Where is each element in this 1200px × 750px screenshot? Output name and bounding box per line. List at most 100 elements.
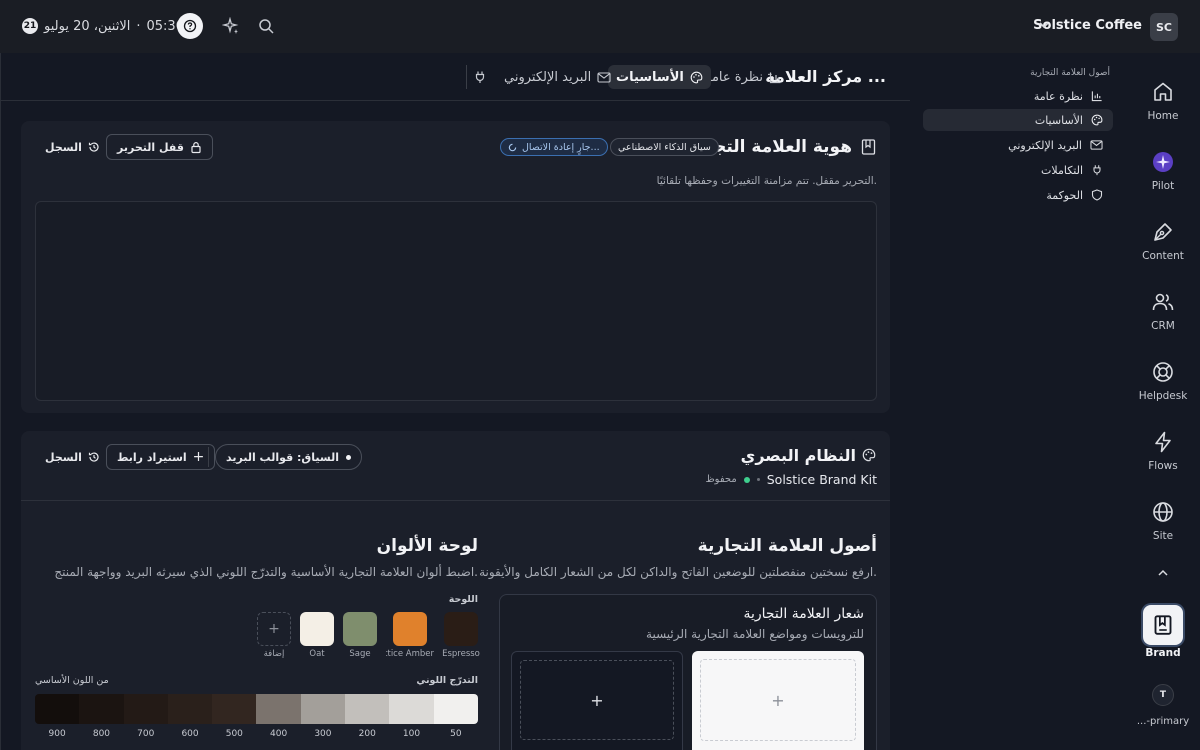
history-icon xyxy=(88,452,99,462)
subpanel-title: أصول العلامة التجارية xyxy=(1030,68,1110,78)
rail-label: Helpdesk xyxy=(1138,390,1188,402)
ramp-step-label: 200 xyxy=(358,729,376,739)
context-dot xyxy=(345,454,351,460)
swatch-amber[interactable] xyxy=(393,612,427,646)
rail-helpdesk[interactable]: Helpdesk xyxy=(1128,360,1198,402)
chart-icon xyxy=(769,72,781,83)
book-icon xyxy=(861,139,876,155)
bolt-icon xyxy=(1155,431,1171,453)
rail-content[interactable]: Content xyxy=(1128,220,1198,262)
workspace-avatar[interactable]: SC xyxy=(1150,13,1178,41)
rail-home[interactable]: Home xyxy=(1128,80,1198,122)
plus-icon: + xyxy=(520,660,674,740)
ramp-step-label: 50 xyxy=(450,729,462,739)
ramp-step-900[interactable] xyxy=(35,694,80,724)
palette-label: اللوحة xyxy=(448,594,478,605)
subpanel-overview[interactable]: نظرة عامة xyxy=(1024,85,1113,107)
ramp-step-700[interactable] xyxy=(123,694,168,724)
plug-icon[interactable] xyxy=(473,70,487,84)
saved-status: محفوظ xyxy=(705,474,737,485)
ramp-step-100[interactable] xyxy=(389,694,434,724)
subpanel-basics[interactable]: الأساسيات xyxy=(923,109,1113,131)
ramp-step-800[interactable] xyxy=(79,694,124,724)
mail-icon xyxy=(597,71,611,83)
visual-title: النظام البصري xyxy=(740,446,856,465)
subpanel-item-label: الأساسيات xyxy=(1034,113,1083,127)
add-swatch-button[interactable]: + xyxy=(257,612,291,646)
subpanel-email[interactable]: البريد الإلكتروني xyxy=(998,134,1113,156)
ramp-step-label: 700 xyxy=(137,729,155,739)
subpanel-governance[interactable]: الحوكمة xyxy=(1036,184,1113,206)
rail-label: Content xyxy=(1142,250,1184,262)
chevron-down-icon[interactable] xyxy=(1038,19,1050,31)
tab-email-label: البريد الإلكتروني xyxy=(504,69,592,85)
pilot-icon xyxy=(1153,152,1173,172)
rail-site[interactable]: Site xyxy=(1128,500,1198,542)
help-button[interactable] xyxy=(177,13,203,39)
history-label: السجل xyxy=(45,450,82,464)
pen-icon xyxy=(1154,223,1172,241)
reconnect-chip: جارٍ إعادة الاتصال... xyxy=(500,138,608,156)
logo-dark-dropzone[interactable]: + xyxy=(511,651,683,750)
subpanel-item-label: البريد الإلكتروني xyxy=(1008,138,1082,152)
identity-history-button[interactable]: السجل xyxy=(45,134,100,160)
kit-meta: Solstice Brand Kit محفوظ xyxy=(705,472,877,487)
chevron-up-icon[interactable] xyxy=(1157,568,1169,578)
rail-flows[interactable]: Flows xyxy=(1128,430,1198,472)
lock-editing-button[interactable]: قفل التحرير xyxy=(106,134,213,160)
ramp-label: التدرّج اللوني xyxy=(416,675,478,686)
import-link-button[interactable]: استيراد رابط + xyxy=(106,444,216,470)
spinner-icon xyxy=(508,143,517,151)
ramp-step-500[interactable] xyxy=(212,694,257,724)
tab-basics-label: الأساسيات xyxy=(616,69,684,85)
tab-email[interactable]: البريد الإلكتروني xyxy=(496,65,619,89)
rail-label: Home xyxy=(1147,110,1179,122)
palette-title: لوحة الألوان xyxy=(376,536,478,556)
sparkle-icon[interactable] xyxy=(222,17,240,35)
history-label: السجل xyxy=(45,140,82,154)
rail-pilot[interactable]: Pilot xyxy=(1128,150,1198,192)
ramp-step-label: 300 xyxy=(314,729,332,739)
history-icon xyxy=(88,142,99,152)
date-text: الاثنين، 20 يوليو xyxy=(44,18,131,34)
globe-icon xyxy=(1153,502,1173,522)
ramp-step-label: 800 xyxy=(92,729,111,739)
subpanel-integrations[interactable]: التكاملات xyxy=(1031,159,1113,181)
tab-overview[interactable]: نظرة عامة xyxy=(697,65,790,89)
ramp-step-label: 100 xyxy=(402,729,421,739)
user-avatar[interactable]: T xyxy=(1152,684,1174,706)
ramp-source: من اللون الأساسي xyxy=(35,675,109,686)
rail-brand[interactable] xyxy=(1143,605,1183,645)
swatch-espresso[interactable] xyxy=(444,612,478,646)
ramp-step-label: 900 xyxy=(48,729,66,739)
subpanel-item-label: الحوكمة xyxy=(1046,188,1083,202)
assets-desc: ارفع نسختين منفصلتين للوضعين الفاتح والد… xyxy=(479,565,877,579)
kit-name: Solstice Brand Kit xyxy=(766,472,877,487)
swatch-label: Sage xyxy=(349,649,371,659)
ai-context-chip[interactable]: سياق الذكاء الاصطناعي xyxy=(610,138,719,156)
swatch-sage[interactable] xyxy=(343,612,377,646)
tab-basics[interactable]: الأساسيات xyxy=(608,65,711,89)
rail-crm[interactable]: CRM xyxy=(1128,290,1198,332)
identity-note: التحرير مقفل. تتم مزامنة التغييرات وحفظه… xyxy=(656,175,877,187)
context-pill[interactable]: السياق: قوالب البريد xyxy=(215,444,362,470)
brand-tile xyxy=(1143,605,1183,645)
chart-icon xyxy=(1091,91,1102,102)
ramp-step-200[interactable] xyxy=(345,694,390,724)
ramp-step-label: 400 xyxy=(270,729,288,739)
user-label: primary-... xyxy=(1136,716,1190,727)
saved-status-dot xyxy=(743,476,750,483)
ramp-step-400[interactable] xyxy=(256,694,301,724)
search-icon[interactable] xyxy=(257,17,275,35)
visual-history-button[interactable]: السجل xyxy=(45,444,100,470)
ramp-step-600[interactable] xyxy=(167,694,213,724)
ramp-step-300[interactable] xyxy=(300,694,346,724)
identity-editor[interactable] xyxy=(35,201,877,401)
logo-light-dropzone[interactable]: + xyxy=(692,651,864,750)
swatch-oat[interactable] xyxy=(300,612,334,646)
home-icon xyxy=(1154,82,1172,101)
logo-title: شعار العلامة التجارية xyxy=(743,606,864,622)
ramp-step-label: 600 xyxy=(181,729,199,739)
assets-title: أصول العلامة التجارية xyxy=(697,536,877,556)
ramp-step-50[interactable] xyxy=(433,694,478,724)
